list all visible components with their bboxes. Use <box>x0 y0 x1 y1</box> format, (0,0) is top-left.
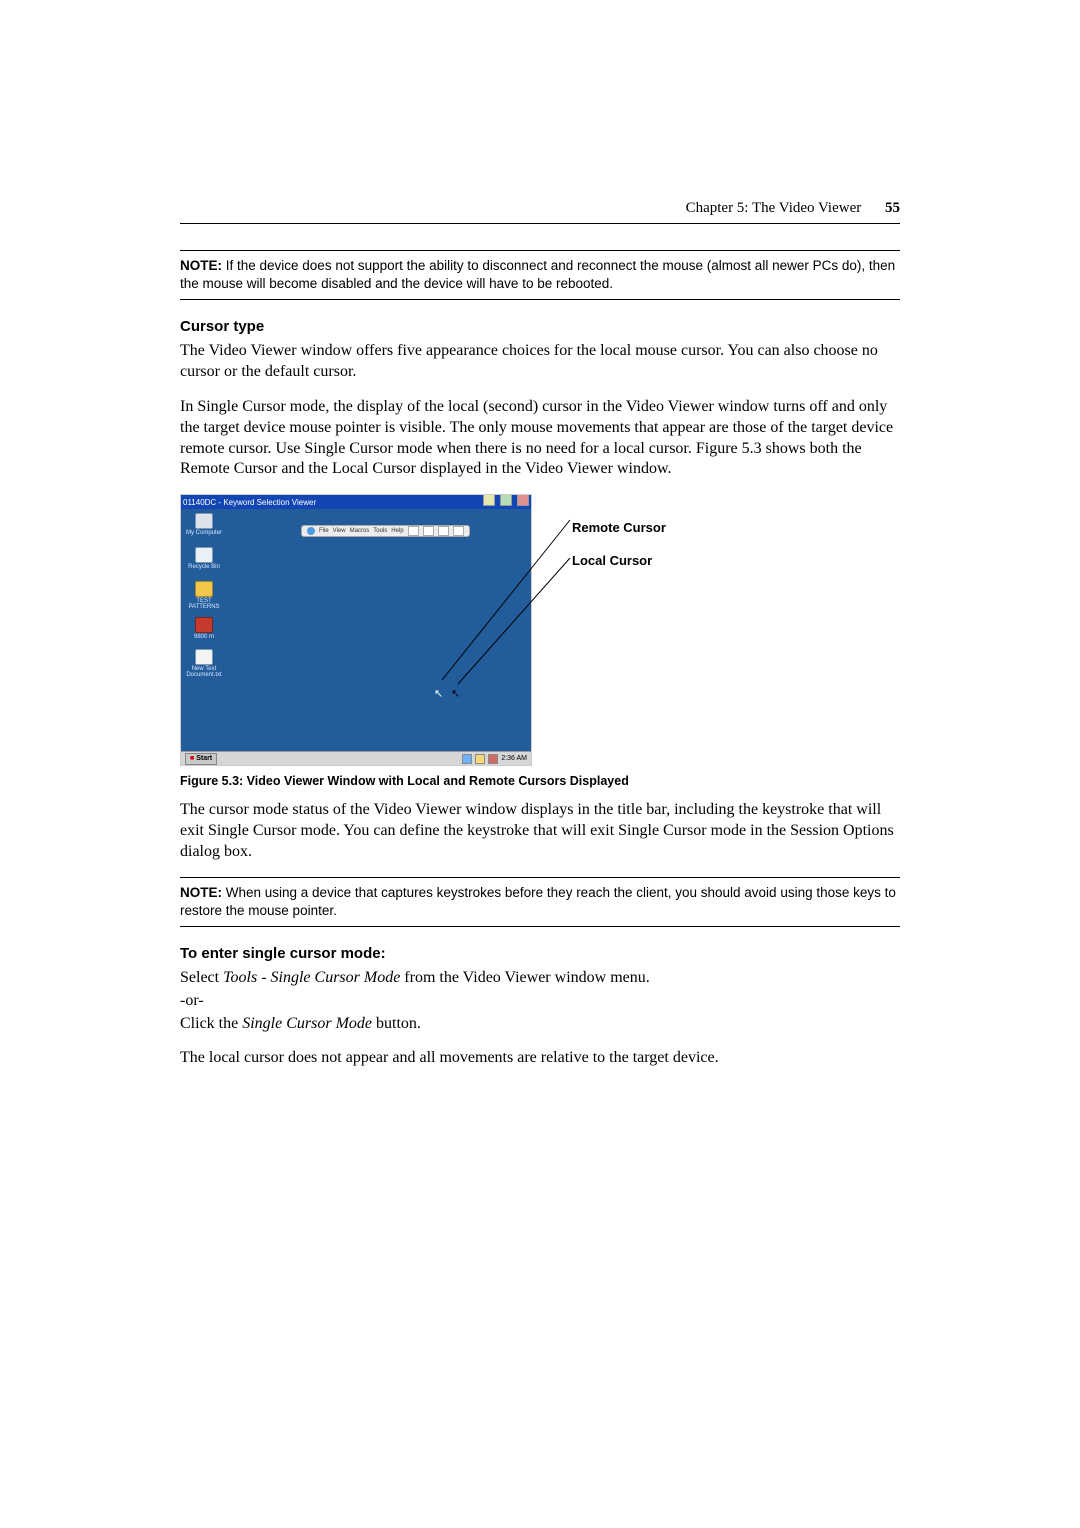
instruction-or: -or- <box>180 991 900 1012</box>
page-header: Chapter 5: The Video Viewer 55 <box>180 200 900 224</box>
window-titlebar: 01140DC - Keyword Selection Viewer <box>181 495 531 509</box>
menu-tools: Tools <box>373 528 387 534</box>
note-text: When using a device that captures keystr… <box>180 885 896 918</box>
text: button. <box>372 1015 421 1032</box>
button-name-em: Single Cursor Mode <box>242 1015 372 1032</box>
icon-label: New Text Document.txt <box>184 666 224 678</box>
icon-label: Recycle Bin <box>184 564 224 570</box>
text: Click the <box>180 1015 242 1032</box>
tray-icon-1 <box>462 754 472 764</box>
local-cursor-label: Local Cursor <box>572 545 666 578</box>
desktop-icon-recycle: Recycle Bin <box>184 547 224 570</box>
desktop-icon-red: 9800 m <box>184 617 224 640</box>
remote-cursor-label: Remote Cursor <box>572 512 666 545</box>
remote-desktop-area: File View Macros Tools Help My Computer <box>181 509 531 751</box>
maximize-icon <box>500 494 512 506</box>
minimize-icon <box>483 494 495 506</box>
tray-icon-3 <box>488 754 498 764</box>
figure-wrap: 01140DC - Keyword Selection Viewer File … <box>180 494 900 766</box>
viewer-menu-strip: File View Macros Tools Help <box>301 525 470 537</box>
local-cursor-icon: ↖ <box>451 684 460 702</box>
close-icon <box>517 494 529 506</box>
text-document-icon <box>195 649 213 665</box>
window-title: 01140DC - Keyword Selection Viewer <box>183 498 316 507</box>
instruction-result: The local cursor does not appear and all… <box>180 1048 900 1069</box>
start-label: Start <box>196 755 212 762</box>
page: Chapter 5: The Video Viewer 55 NOTE: If … <box>0 0 1080 1233</box>
tray-icon-2 <box>475 754 485 764</box>
recycle-bin-icon <box>195 547 213 563</box>
start-button: ■ Start <box>185 753 217 765</box>
body-para-1: The Video Viewer window offers five appe… <box>180 341 900 383</box>
desktop-icon-doc: New Text Document.txt <box>184 649 224 678</box>
taskbar: ■ Start 2:36 AM <box>181 751 531 765</box>
note-box-1: NOTE: If the device does not support the… <box>180 250 900 300</box>
heading-cursor-type: Cursor type <box>180 318 900 335</box>
app-icon <box>195 617 213 633</box>
text: from the Video Viewer window menu. <box>400 969 649 986</box>
menu-help: Help <box>391 528 403 534</box>
page-number: 55 <box>885 200 900 216</box>
figure-caption: Figure 5.3: Video Viewer Window with Loc… <box>180 774 900 788</box>
figure-callout-labels: Remote Cursor Local Cursor <box>572 512 666 577</box>
desktop-icon-test: TEST PATTERNS <box>184 581 224 610</box>
connection-indicator-icon <box>307 527 315 535</box>
note-box-2: NOTE: When using a device that captures … <box>180 877 900 927</box>
remote-cursor-icon: ↖ <box>434 684 443 702</box>
computer-icon <box>195 513 213 529</box>
toolbar-button-3 <box>438 526 449 536</box>
icon-label: 9800 m <box>184 634 224 640</box>
folder-icon <box>195 581 213 597</box>
instruction-1: Select Tools - Single Cursor Mode from t… <box>180 968 900 989</box>
toolbar-button-2 <box>423 526 434 536</box>
menu-macros: Macros <box>350 528 370 534</box>
icon-label: TEST PATTERNS <box>184 598 224 610</box>
note-label: NOTE: <box>180 258 222 273</box>
menu-file: File <box>319 528 329 534</box>
heading-enter-single-cursor: To enter single cursor mode: <box>180 945 900 962</box>
taskbar-clock: 2:36 AM <box>501 755 527 762</box>
menu-view: View <box>333 528 346 534</box>
video-viewer-screenshot: 01140DC - Keyword Selection Viewer File … <box>180 494 532 766</box>
text: Select <box>180 969 223 986</box>
system-tray: 2:36 AM <box>462 754 527 764</box>
body-para-3: The cursor mode status of the Video View… <box>180 800 900 862</box>
chapter-title: Chapter 5: The Video Viewer <box>686 200 862 216</box>
body-para-2: In Single Cursor mode, the display of th… <box>180 397 900 480</box>
toolbar-button-4 <box>453 526 464 536</box>
note-label: NOTE: <box>180 885 222 900</box>
instruction-2: Click the Single Cursor Mode button. <box>180 1014 900 1035</box>
toolbar-button-1 <box>408 526 419 536</box>
icon-label: My Computer <box>184 530 224 536</box>
menu-path-em: Tools - Single Cursor Mode <box>223 969 400 986</box>
desktop-icon-mycomputer: My Computer <box>184 513 224 536</box>
note-text: If the device does not support the abili… <box>180 258 895 291</box>
